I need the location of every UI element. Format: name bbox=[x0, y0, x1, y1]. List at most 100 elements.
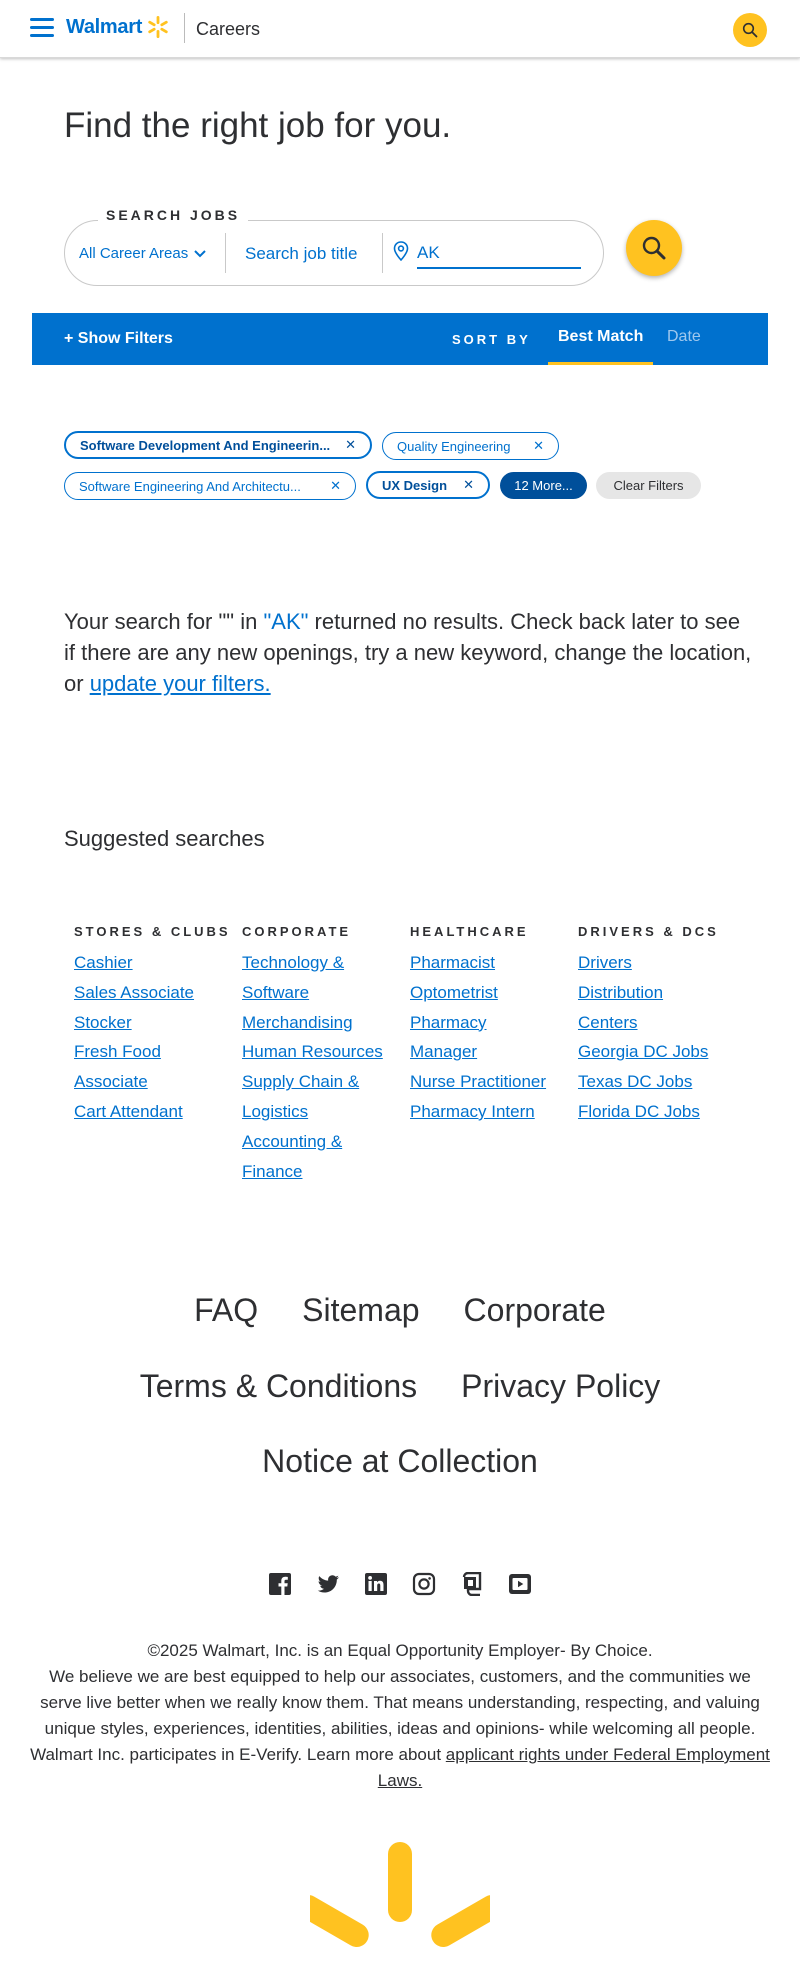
suggest-link[interactable]: Human Resources bbox=[242, 1037, 402, 1067]
search-icon bbox=[642, 236, 666, 260]
twitter-icon[interactable] bbox=[316, 1572, 340, 1596]
suggest-link[interactable]: Cart Attendant bbox=[74, 1097, 234, 1127]
suggest-column-healthcare: HEALTHCARE Pharmacist Optometrist Pharma… bbox=[410, 906, 570, 1127]
filter-chip[interactable]: Software Engineering And Architectu... ✕ bbox=[64, 472, 356, 500]
filter-chip[interactable]: UX Design ✕ bbox=[366, 471, 490, 499]
logo-text: Walmart bbox=[66, 15, 143, 38]
chip-label: UX Design bbox=[382, 477, 448, 493]
suggest-link[interactable]: Accounting & bbox=[242, 1127, 402, 1157]
faq-link[interactable]: FAQ bbox=[194, 1292, 258, 1328]
facebook-icon[interactable] bbox=[268, 1572, 292, 1596]
column-heading: STORES & CLUBS bbox=[74, 924, 231, 939]
sort-by-label: SORT BY bbox=[452, 332, 531, 347]
suggested-searches-title: Suggested searches bbox=[64, 826, 265, 851]
footer-links-row: Terms & Conditions Privacy Policy bbox=[0, 1368, 800, 1405]
suggest-column-stores: STORES & CLUBS Cashier Sales Associate S… bbox=[74, 906, 234, 1127]
footer-links-row: Notice at Collection bbox=[0, 1443, 800, 1480]
search-icon bbox=[742, 22, 758, 38]
copyright-line: ©2025 Walmart, Inc. is an Equal Opportun… bbox=[147, 1641, 653, 1660]
chip-label: Quality Engineering bbox=[397, 438, 511, 454]
searched-location: "AK" bbox=[263, 609, 309, 634]
close-icon[interactable]: ✕ bbox=[523, 438, 544, 454]
careers-label[interactable]: Careers bbox=[196, 19, 260, 40]
page-title: Find the right job for you. bbox=[64, 106, 452, 145]
job-search-form: All Career Areas bbox=[64, 220, 604, 286]
column-heading: DRIVERS & DCS bbox=[578, 924, 719, 939]
site-header: Walmart Careers bbox=[0, 0, 800, 58]
suggest-link[interactable]: Technology & bbox=[242, 948, 402, 978]
suggest-link[interactable]: Associate bbox=[74, 1067, 234, 1097]
suggest-link[interactable]: Drivers bbox=[578, 948, 738, 978]
no-results-message: Your search for "" in "AK" returned no r… bbox=[64, 606, 754, 699]
suggest-link[interactable]: Pharmacy bbox=[410, 1008, 570, 1038]
glassdoor-icon[interactable] bbox=[460, 1571, 484, 1597]
show-filters-button[interactable]: + Show Filters bbox=[64, 330, 173, 348]
update-filters-link[interactable]: update your filters. bbox=[90, 671, 271, 696]
menu-icon[interactable] bbox=[30, 18, 54, 38]
location-input[interactable] bbox=[417, 239, 581, 269]
suggest-link[interactable]: Supply Chain & bbox=[242, 1067, 402, 1097]
suggest-link[interactable]: Distribution bbox=[578, 978, 738, 1008]
divider bbox=[225, 233, 226, 273]
walmart-spark-icon bbox=[310, 1842, 490, 1947]
suggest-link[interactable]: Pharmacist bbox=[410, 948, 570, 978]
sort-date-tab[interactable]: Date bbox=[667, 328, 701, 346]
terms-link[interactable]: Terms & Conditions bbox=[140, 1368, 417, 1404]
column-heading: CORPORATE bbox=[242, 924, 352, 939]
legal-notice: ©2025 Walmart, Inc. is an Equal Opportun… bbox=[30, 1638, 770, 1794]
footer-links-row: FAQ Sitemap Corporate bbox=[0, 1292, 800, 1329]
filter-chip[interactable]: Software Development And Engineerin... ✕ bbox=[64, 431, 372, 459]
search-submit-button[interactable] bbox=[626, 220, 682, 276]
notice-link[interactable]: Notice at Collection bbox=[262, 1443, 538, 1479]
suggest-link[interactable]: Georgia DC Jobs bbox=[578, 1037, 738, 1067]
suggest-link[interactable]: Cashier bbox=[74, 948, 234, 978]
sort-best-match-tab[interactable]: Best Match bbox=[548, 313, 654, 365]
header-divider bbox=[184, 13, 185, 43]
suggest-link[interactable]: Florida DC Jobs bbox=[578, 1097, 738, 1127]
location-pin-icon bbox=[393, 241, 409, 261]
walmart-logo[interactable]: Walmart bbox=[66, 15, 170, 39]
youtube-icon[interactable] bbox=[508, 1572, 532, 1596]
column-heading: HEALTHCARE bbox=[410, 924, 529, 939]
header-search-button[interactable] bbox=[733, 13, 767, 47]
chip-label: Software Development And Engineerin... bbox=[80, 437, 331, 453]
suggest-link[interactable]: Fresh Food bbox=[74, 1037, 234, 1067]
suggest-link[interactable]: Software bbox=[242, 978, 402, 1008]
clear-filters-button[interactable]: Clear Filters bbox=[596, 472, 701, 499]
no-results-prefix: Your search for "" in bbox=[64, 609, 264, 634]
career-area-select[interactable]: All Career Areas bbox=[79, 245, 206, 262]
instagram-icon[interactable] bbox=[412, 1572, 436, 1596]
suggest-column-drivers: DRIVERS & DCS Drivers Distribution Cente… bbox=[578, 906, 738, 1127]
close-icon[interactable]: ✕ bbox=[335, 437, 356, 453]
corporate-link[interactable]: Corporate bbox=[464, 1292, 606, 1328]
suggest-link[interactable]: Pharmacy Intern bbox=[410, 1097, 570, 1127]
legal-body: We believe we are best equipped to help … bbox=[30, 1664, 770, 1794]
suggest-link[interactable]: Finance bbox=[242, 1157, 402, 1187]
suggest-link[interactable]: Manager bbox=[410, 1037, 570, 1067]
suggest-link[interactable]: Stocker bbox=[74, 1008, 234, 1038]
search-jobs-label: SEARCH JOBS bbox=[98, 207, 249, 223]
career-area-value: All Career Areas bbox=[79, 245, 189, 262]
close-icon[interactable]: ✕ bbox=[320, 478, 341, 494]
close-icon[interactable]: ✕ bbox=[453, 477, 474, 493]
more-filters-chip[interactable]: 12 More... bbox=[500, 472, 587, 499]
suggest-column-corporate: CORPORATE Technology & Software Merchand… bbox=[242, 906, 402, 1186]
linkedin-icon[interactable] bbox=[364, 1572, 388, 1596]
suggest-link[interactable]: Merchandising bbox=[242, 1008, 402, 1038]
suggest-link[interactable]: Nurse Practitioner bbox=[410, 1067, 570, 1097]
filter-chip[interactable]: Quality Engineering ✕ bbox=[382, 432, 559, 460]
chip-label: Software Engineering And Architectu... bbox=[79, 478, 301, 494]
filter-bar: + Show Filters SORT BY Best Match Date bbox=[32, 313, 768, 365]
suggest-link[interactable]: Texas DC Jobs bbox=[578, 1067, 738, 1097]
suggest-link[interactable]: Centers bbox=[578, 1008, 738, 1038]
job-title-input[interactable] bbox=[245, 241, 415, 267]
suggest-link[interactable]: Sales Associate bbox=[74, 978, 234, 1008]
suggest-link[interactable]: Optometrist bbox=[410, 978, 570, 1008]
chevron-down-icon bbox=[194, 249, 206, 257]
sitemap-link[interactable]: Sitemap bbox=[302, 1292, 419, 1328]
suggest-link[interactable]: Logistics bbox=[242, 1097, 402, 1127]
social-links bbox=[268, 1571, 556, 1597]
divider bbox=[382, 233, 383, 273]
privacy-link[interactable]: Privacy Policy bbox=[461, 1368, 660, 1404]
spark-icon bbox=[148, 16, 168, 38]
